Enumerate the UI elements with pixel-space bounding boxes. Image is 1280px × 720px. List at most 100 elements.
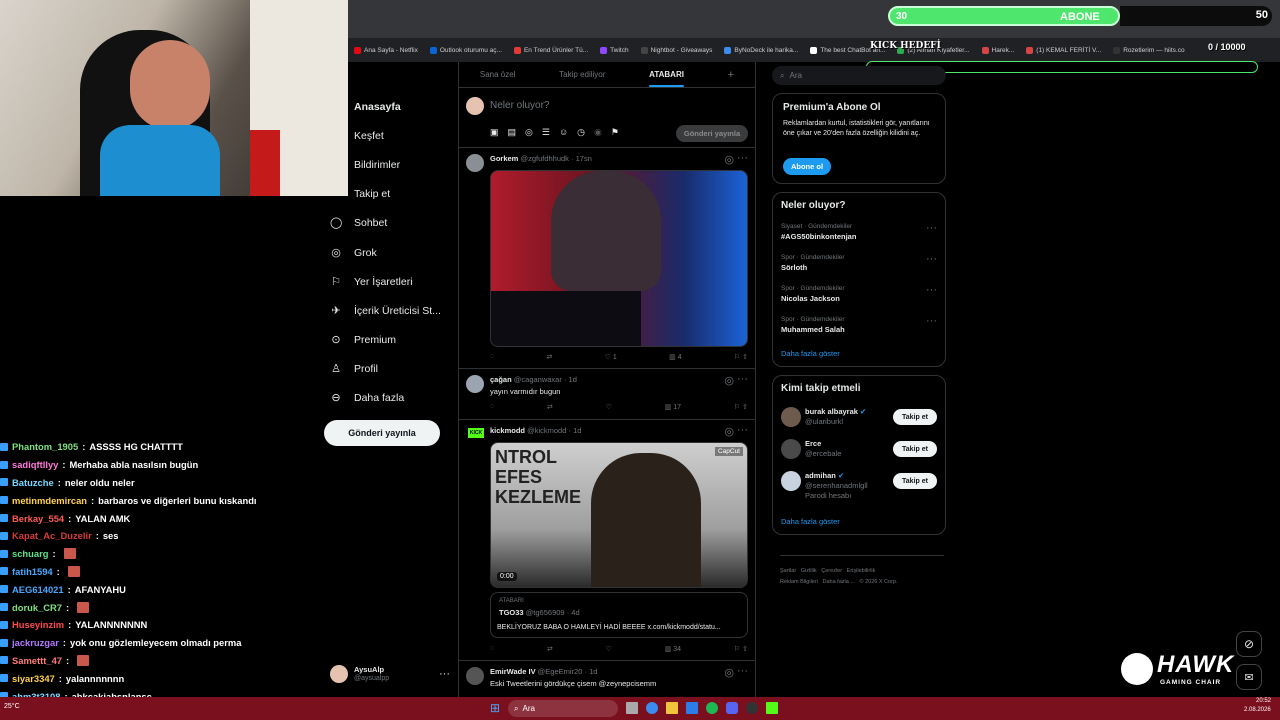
grok-icon[interactable]: ◎ [724,425,734,438]
footer-link[interactable]: Daha fazla ... [823,579,855,585]
views-button[interactable]: ▥ 34 [665,645,681,653]
more-icon[interactable]: ··· [926,253,937,265]
chat-username[interactable]: fatih1594 [12,566,53,577]
chat-username[interactable]: Batuzche [12,477,54,488]
flag-icon[interactable]: ⚑ [611,127,619,138]
trend-item[interactable]: Spor · Gündemdekiler Nicolas Jackson [781,285,845,303]
add-tab-icon[interactable]: + [728,69,734,81]
tab-sana-ozel[interactable]: Sana özel [480,70,516,79]
tweet-author[interactable]: Gorkem [490,154,518,163]
bookmark[interactable]: Twitch [600,46,629,54]
account-switcher[interactable]: AysuAlp @aysualpp ··· [330,662,450,686]
follow-name[interactable]: admihan [805,471,836,480]
retweet-icon[interactable]: ⇄ [546,353,552,361]
task-view-icon[interactable] [626,702,638,714]
footer-link[interactable]: Çerezler [821,568,842,574]
taskbar-search[interactable]: ⌕ Ara [508,700,618,717]
bookmark[interactable]: Outlook oturumu aç... [429,46,502,54]
tweet[interactable]: EmirWade IV @EgeEmir20 · 1d ◎ ··· Eski T… [458,661,756,697]
chat-username[interactable]: sadiqftllyy [12,459,58,470]
emoji-icon[interactable]: ☺ [559,127,568,138]
bookmark[interactable]: Ana Sayfa - Netflix [354,46,418,54]
footer-link[interactable]: Reklam Bilgileri [780,579,818,585]
reply-icon[interactable]: ◌ [490,403,494,411]
windows-start-icon[interactable]: ⊞ [490,702,500,714]
nav-item-grok[interactable]: ◎ Grok [322,238,452,267]
chat-username[interactable]: doruk_CR7 [12,602,62,613]
grok-icon[interactable]: ◎ [525,127,533,138]
views-button[interactable]: ▥ 4 [669,353,681,361]
bookmark[interactable]: (1) KEMAL FERİTİ V... [1026,46,1101,54]
bookmark-and-share[interactable]: ⚐ ⇧ [734,403,748,411]
obs-icon[interactable] [746,702,758,714]
bookmark[interactable]: En Trend Ürünler Tü... [513,46,588,54]
views-button[interactable]: ▥ 17 [665,403,681,411]
grok-float-icon[interactable]: ⊘ [1236,631,1262,657]
retweet-icon[interactable]: ⇄ [547,403,553,411]
chat-username[interactable]: Samettt_47 [12,655,62,666]
compose-input[interactable]: Neler oluyor? [490,100,549,111]
follow-button[interactable]: Takip et [893,441,937,457]
nav-item-notifications[interactable]: Bildirimler [322,150,452,179]
more-icon[interactable]: ··· [737,152,748,164]
more-icon[interactable]: ··· [737,665,748,677]
tab-atabari[interactable]: ATABARI [649,70,684,87]
chrome-icon[interactable] [646,702,658,714]
chat-username[interactable]: AEG614021 [12,584,64,595]
messages-float-icon[interactable]: ✉ [1236,664,1262,690]
follow-name[interactable]: burak albayrak [805,407,858,416]
chat-username[interactable]: Phantom_1905 [12,441,78,452]
tweet-author[interactable]: kickmodd [490,426,525,435]
tab-takip-ediliyor[interactable]: Takip ediliyor [559,70,605,79]
quoted-tweet[interactable]: ATABARI TGO33 @tg656909 · 4d BEKLİYORUZ … [490,592,748,638]
follow-button[interactable]: Takip et [893,409,937,425]
bookmark-and-share[interactable]: ⚐ ⇧ [734,645,748,653]
trend-item[interactable]: Spor · Gündemdekiler Muhammed Salah [781,316,845,334]
grok-icon[interactable]: ◎ [724,666,734,679]
poll-icon[interactable]: ☰ [542,127,550,138]
nav-item-premium[interactable]: ⊙ Premium [322,326,452,355]
nav-item-bookmarks[interactable]: ⚐ Yer İşaretleri [322,267,452,296]
follow-button[interactable]: Takip et [893,473,937,489]
grok-icon[interactable]: ◎ [724,153,734,166]
bookmark[interactable]: ByNoDeck ile harika... [724,46,798,54]
nav-item-chat[interactable]: ◯ Sohbet [322,209,452,238]
bookmark[interactable]: Rozetlerim — hiits.co [1113,46,1185,54]
follow-name[interactable]: Erce [805,439,821,448]
footer-link[interactable]: Erişilebilirlik [847,568,876,574]
like-icon[interactable]: ♡ [606,645,612,653]
more-icon[interactable]: ··· [737,424,748,436]
trend-item[interactable]: Spor · Gündemdekiler Sörloth [781,254,845,272]
trend-item[interactable]: Siyaset · Gündemdekiler #AGS50binkontenja… [781,223,856,241]
location-icon[interactable]: ◉ [594,127,602,138]
chat-username[interactable]: Berkay_554 [12,513,64,524]
chat-username[interactable]: Kapat_Ac_Duzelir [12,530,92,541]
more-icon[interactable]: ··· [737,373,748,385]
subscribe-button[interactable]: Abone ol [783,158,831,175]
nav-item-home[interactable]: Anasayfa [322,92,452,121]
chat-username[interactable]: siyar3347 [12,673,55,684]
gif-icon[interactable]: ▤ [508,127,517,138]
bookmark[interactable]: Harek... [981,46,1014,54]
trends-more-link[interactable]: Daha fazla göster [781,349,840,358]
chat-username[interactable]: metinmdemircan [12,495,87,506]
nav-item-explore[interactable]: Keşfet [322,121,452,150]
footer-link[interactable]: Şartlar [780,568,796,574]
nav-item-more[interactable]: ⊖ Daha fazla [322,384,452,413]
more-icon[interactable]: ··· [926,284,937,296]
tweet-video[interactable]: NTROL EFES KEZLEME CapCut 0:00 [490,442,748,588]
tweet[interactable]: KICK kickmodd @kickmodd · 1d ◎ ··· NTROL… [458,420,756,661]
retweet-icon[interactable]: ⇄ [547,645,553,653]
search-input[interactable]: ⌕ Ara [772,66,946,85]
image-icon[interactable]: ▣ [490,127,499,138]
who-more-link[interactable]: Daha fazla göster [781,517,840,526]
chat-username[interactable]: Huseyinzim [12,619,64,630]
chat-username[interactable]: jackruzgar [12,637,59,648]
footer-link[interactable]: Gizlilik [801,568,817,574]
like-button[interactable]: ♡ 1 [605,353,617,361]
tweet[interactable]: Gorkem @zgfufdhhudk · 17sn ◎ ··· ◌ ⇄ ♡ 1… [458,148,756,369]
explorer-icon[interactable] [666,702,678,714]
bookmark[interactable]: Nightbot - Giveaways [640,46,712,54]
compose-post-button[interactable]: Gönderi yayınla [676,125,748,142]
nav-item-creator-studio[interactable]: ✈ İçerik Üreticisi St... [322,296,452,325]
